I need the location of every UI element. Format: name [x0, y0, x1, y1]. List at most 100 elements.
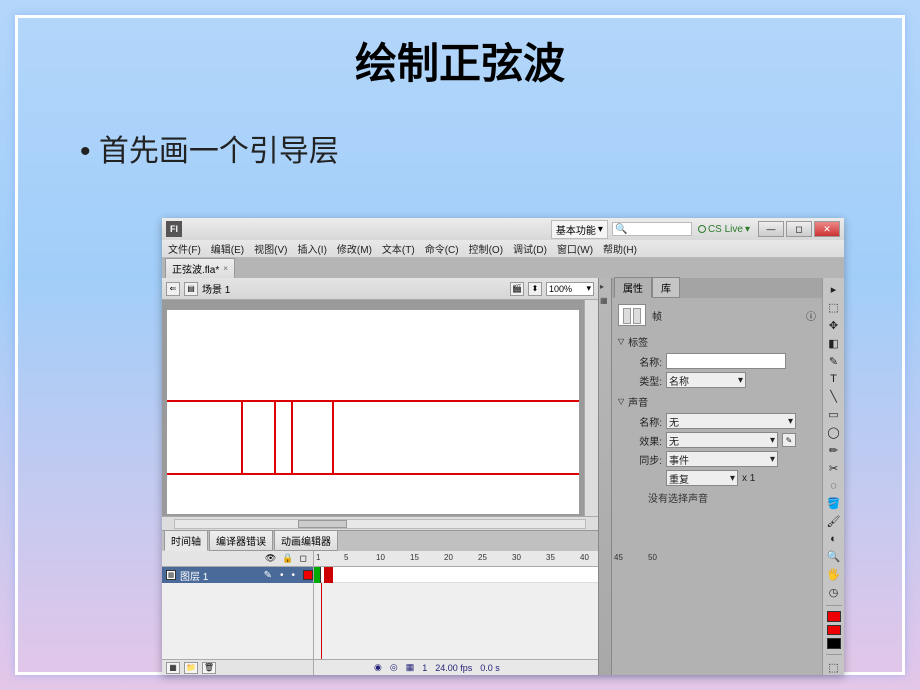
frames-area[interactable]: 1 5 10 15 20 25 30 35 40 45 50	[314, 551, 598, 675]
frame-ruler[interactable]: 1 5 10 15 20 25 30 35 40 45 50	[314, 551, 598, 567]
cslive-button[interactable]: CS Live ▾	[698, 224, 750, 235]
frame-icon	[618, 304, 646, 326]
sound-note: 没有选择声音	[648, 490, 816, 505]
edit-multi-icon[interactable]: ▦	[406, 662, 415, 673]
ink-bottle-tool[interactable]: 🖌	[826, 514, 842, 529]
tab-timeline[interactable]: 时间轴	[164, 530, 208, 551]
chevron-down-icon: ▾	[730, 473, 735, 484]
outline-icon[interactable]: ◻	[300, 553, 307, 564]
zoom-input[interactable]: 100% ▾	[546, 282, 594, 296]
menu-insert[interactable]: 插入(I)	[297, 241, 326, 256]
fill-color-swatch[interactable]	[827, 625, 841, 636]
layer-row[interactable]: ▦ 图层 1 ✎ ••	[162, 567, 313, 583]
onion-skin-icon[interactable]: ◉	[374, 662, 382, 673]
menu-window[interactable]: 窗口(W)	[557, 241, 593, 256]
label-type-select[interactable]: 名称 ▾	[666, 372, 746, 388]
new-folder-button[interactable]: 📁	[184, 662, 198, 674]
menu-command[interactable]: 命令(C)	[425, 241, 459, 256]
delete-layer-button[interactable]: 🗑	[202, 662, 216, 674]
back-icon[interactable]: ⇐	[166, 282, 180, 296]
hand-tool[interactable]: 🖐	[826, 567, 842, 582]
tab-properties[interactable]: 属性	[614, 277, 652, 298]
stroke-color-swatch[interactable]	[827, 611, 841, 622]
menu-view[interactable]: 视图(V)	[254, 241, 287, 256]
layers-panel: 👁 🔒 ◻ ▦ 图层 1 ✎ ••	[162, 551, 314, 675]
slide: 绘制正弦波 首先画一个引导层 Fl 基本功能 ▾ 🔍 CS Live ▾ — ◻…	[0, 0, 920, 690]
field-label: 同步:	[632, 452, 662, 467]
sound-name-select[interactable]: 无 ▾	[666, 413, 796, 429]
twisty-icon[interactable]: ▽	[618, 337, 624, 346]
close-icon[interactable]: ×	[223, 264, 228, 273]
eye-icon[interactable]: 👁	[265, 553, 276, 564]
free-transform-tool[interactable]: ✥	[826, 318, 842, 333]
scrollbar-thumb[interactable]	[298, 520, 347, 528]
sound-sync-select[interactable]: 事件 ▾	[666, 451, 778, 467]
menu-file[interactable]: 文件(F)	[168, 241, 201, 256]
lock-icon[interactable]: 🔒	[282, 553, 293, 564]
search-input[interactable]: 🔍	[612, 222, 692, 236]
new-layer-button[interactable]: ▦	[166, 662, 180, 674]
document-tab[interactable]: 正弦波.fla* ×	[165, 258, 235, 278]
menu-modify[interactable]: 修改(M)	[337, 241, 372, 256]
label-name-input[interactable]	[666, 353, 786, 369]
horizontal-scrollbar[interactable]	[162, 516, 598, 530]
scene-icon[interactable]: ▤	[184, 282, 198, 296]
pen-tool[interactable]: ✎	[826, 354, 842, 369]
sound-effect-select[interactable]: 无 ▾	[666, 432, 778, 448]
playhead[interactable]	[321, 583, 322, 659]
edit-symbol-icon[interactable]: ⬍	[528, 282, 542, 296]
options-icon[interactable]: ⬚	[826, 660, 842, 675]
menu-text[interactable]: 文本(T)	[382, 241, 415, 256]
tab-motion-editor[interactable]: 动画编辑器	[274, 530, 338, 551]
playhead-head[interactable]	[324, 567, 333, 583]
edit-effect-button[interactable]: ✎	[782, 433, 796, 447]
layer-color-swatch[interactable]	[303, 570, 313, 580]
vertical-scrollbar[interactable]	[584, 300, 598, 516]
lasso-tool[interactable]: ◧	[826, 336, 842, 351]
deco-tool[interactable]: ◌	[826, 479, 842, 493]
info-icon[interactable]: ⓘ	[806, 308, 816, 323]
field-label: 效果:	[632, 433, 662, 448]
edit-scene-icon[interactable]: 🎬	[510, 282, 524, 296]
rectangle-tool[interactable]: ▭	[826, 407, 842, 422]
eraser-tool[interactable]: 🔍	[826, 549, 842, 564]
titlebar: Fl 基本功能 ▾ 🔍 CS Live ▾ — ◻ ✕	[162, 218, 844, 240]
stage[interactable]	[167, 310, 579, 514]
twisty-icon[interactable]: ▽	[618, 397, 624, 406]
menu-debug[interactable]: 调试(D)	[513, 241, 547, 256]
brush-tool[interactable]: ✂	[826, 461, 842, 476]
workspace-dropdown[interactable]: 基本功能 ▾	[551, 220, 608, 239]
repeat-count: x 1	[742, 473, 755, 484]
subselection-tool[interactable]: ⬚	[826, 300, 842, 315]
panel-collapse-strip[interactable]: ▸ ▦	[598, 278, 612, 675]
selection-tool[interactable]: ▸	[826, 282, 842, 297]
keyframe[interactable]	[314, 567, 321, 583]
onion-outline-icon[interactable]: ◎	[390, 662, 398, 673]
text-tool[interactable]: T	[826, 372, 842, 386]
minimize-button[interactable]: —	[758, 221, 784, 237]
default-colors-icon[interactable]	[827, 638, 841, 649]
sound-repeat-select[interactable]: 重复 ▾	[666, 470, 738, 486]
expand-icon[interactable]: ▸	[600, 282, 610, 292]
menu-control[interactable]: 控制(O)	[469, 241, 503, 256]
line-tool[interactable]: ╲	[826, 389, 842, 404]
tab-compiler-errors[interactable]: 编译器错误	[209, 530, 273, 551]
search-icon: 🔍	[615, 224, 627, 235]
zoom-tool[interactable]: ◷	[826, 585, 842, 600]
tab-library[interactable]: 库	[652, 277, 680, 298]
pencil-tool[interactable]: ✏	[826, 443, 842, 458]
oval-tool[interactable]: ◯	[826, 425, 842, 440]
eyedropper-tool[interactable]: ◐	[826, 532, 842, 546]
chevron-down-icon: ▾	[788, 416, 793, 427]
panel-icon[interactable]: ▦	[600, 296, 610, 306]
paint-bucket-tool[interactable]: 🪣	[826, 496, 842, 511]
chevron-down-icon: ▾	[770, 435, 775, 446]
frame-row[interactable]	[314, 567, 598, 583]
cslive-label: CS Live	[708, 224, 743, 235]
menu-edit[interactable]: 编辑(E)	[211, 241, 244, 256]
maximize-button[interactable]: ◻	[786, 221, 812, 237]
cslive-icon	[698, 225, 706, 233]
main-area: ⇐ ▤ 场景 1 🎬 ⬍ 100% ▾	[162, 278, 844, 675]
close-button[interactable]: ✕	[814, 221, 840, 237]
menu-help[interactable]: 帮助(H)	[603, 241, 637, 256]
